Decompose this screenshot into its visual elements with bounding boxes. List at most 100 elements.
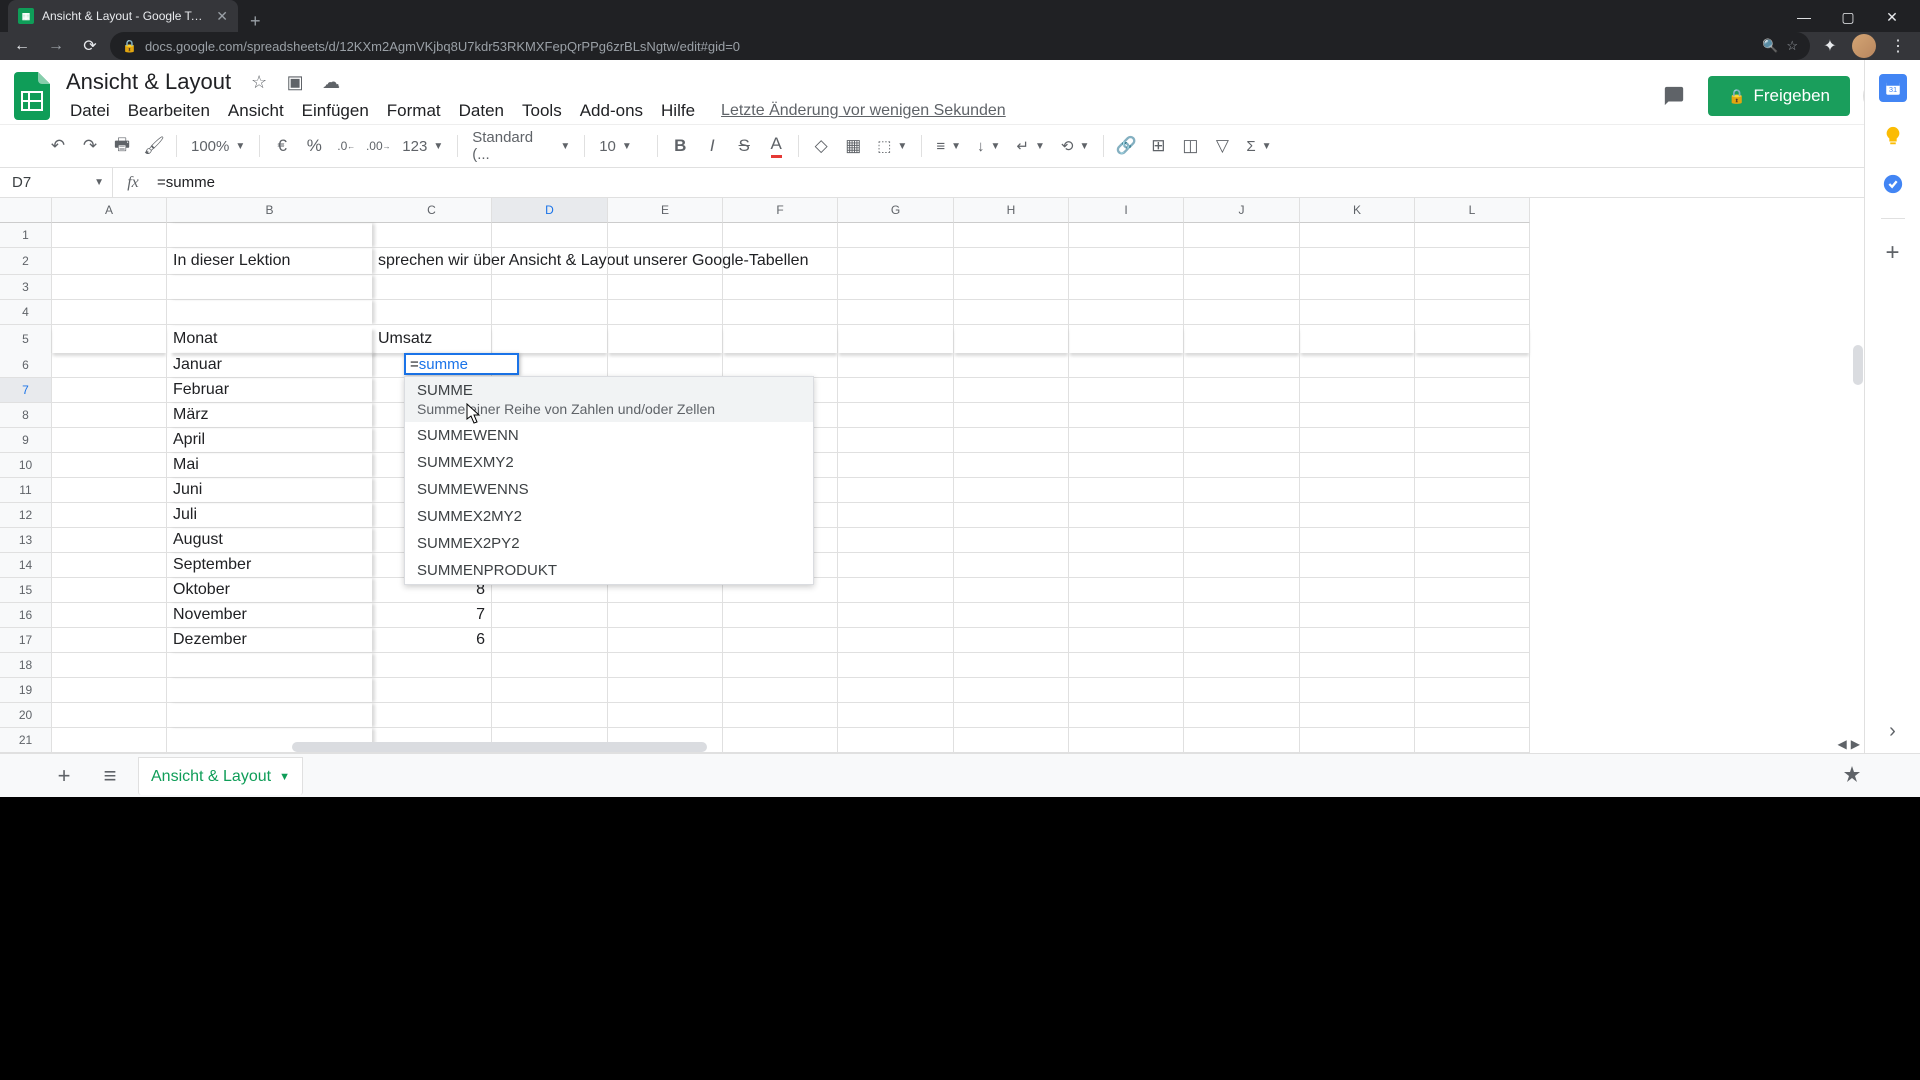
active-cell-editor[interactable]: =summe [404, 353, 519, 375]
cell[interactable] [372, 300, 492, 325]
forward-button[interactable]: → [42, 32, 70, 60]
suggestion-item[interactable]: SUMMEWENN [405, 422, 813, 449]
cell[interactable]: Februar [167, 378, 372, 403]
cell[interactable] [1415, 703, 1530, 728]
browser-tab[interactable]: ▦ Ansicht & Layout - Google Tabe ✕ [8, 0, 238, 32]
cell[interactable] [1415, 553, 1530, 578]
cell[interactable] [723, 300, 838, 325]
cell[interactable]: Dezember [167, 628, 372, 653]
cell[interactable] [954, 653, 1069, 678]
suggestion-item[interactable]: SUMME Summe einer Reihe von Zahlen und/o… [405, 377, 813, 422]
menu-format[interactable]: Format [379, 97, 449, 125]
sheet-tab-menu-icon[interactable]: ▼ [279, 771, 290, 783]
column-header[interactable]: C [372, 198, 492, 223]
cell[interactable] [167, 653, 372, 678]
cell[interactable] [838, 578, 954, 603]
share-button[interactable]: 🔒 Freigeben [1708, 76, 1850, 116]
fill-color-button[interactable]: ◇ [807, 132, 835, 160]
row-header[interactable]: 16 [0, 603, 52, 628]
cell[interactable] [723, 628, 838, 653]
cell[interactable] [954, 528, 1069, 553]
tab-close-icon[interactable]: ✕ [216, 8, 228, 25]
merge-cells-button[interactable]: ⬚▼ [871, 137, 913, 155]
cell[interactable] [723, 275, 838, 300]
cell[interactable] [608, 248, 723, 275]
cell[interactable] [52, 528, 167, 553]
window-minimize-button[interactable]: — [1784, 2, 1824, 32]
row-header[interactable]: 2 [0, 248, 52, 275]
cell[interactable] [52, 653, 167, 678]
column-header[interactable]: A [52, 198, 167, 223]
cell[interactable] [1184, 703, 1300, 728]
menu-hilfe[interactable]: Hilfe [653, 97, 703, 125]
row-header[interactable]: 4 [0, 300, 52, 325]
cell[interactable] [608, 628, 723, 653]
select-all-corner[interactable] [0, 198, 52, 223]
cell[interactable] [372, 653, 492, 678]
cell[interactable] [954, 325, 1069, 353]
insert-chart-button[interactable]: ◫ [1176, 132, 1204, 160]
window-maximize-button[interactable]: ▢ [1828, 2, 1868, 32]
cell[interactable] [608, 300, 723, 325]
column-header[interactable]: B [167, 198, 372, 223]
cell[interactable] [52, 275, 167, 300]
text-color-button[interactable]: A [762, 132, 790, 160]
menu-bearbeiten[interactable]: Bearbeiten [120, 97, 218, 125]
cell[interactable] [1184, 653, 1300, 678]
cell[interactable] [1415, 300, 1530, 325]
suggestion-item[interactable]: SUMMEX2MY2 [405, 503, 813, 530]
cell[interactable] [1069, 248, 1184, 275]
cell[interactable] [838, 628, 954, 653]
cell[interactable] [492, 703, 608, 728]
cell[interactable] [954, 503, 1069, 528]
cell[interactable] [1069, 403, 1184, 428]
menu-tools[interactable]: Tools [514, 97, 570, 125]
cell[interactable]: Mai [167, 453, 372, 478]
horizontal-align-button[interactable]: ≡▼ [930, 138, 967, 155]
cell[interactable]: 7 [372, 603, 492, 628]
cell[interactable] [167, 275, 372, 300]
cell[interactable] [608, 678, 723, 703]
row-header[interactable]: 9 [0, 428, 52, 453]
all-sheets-button[interactable]: ≡ [92, 758, 128, 794]
cell[interactable] [1415, 528, 1530, 553]
row-header[interactable]: 15 [0, 578, 52, 603]
cell[interactable] [1415, 248, 1530, 275]
cell[interactable] [492, 653, 608, 678]
cell[interactable]: August [167, 528, 372, 553]
filter-button[interactable]: ▽ [1208, 132, 1236, 160]
cell[interactable] [372, 703, 492, 728]
cell[interactable] [492, 603, 608, 628]
cell[interactable] [838, 378, 954, 403]
sheets-logo[interactable] [12, 72, 52, 120]
number-format-select[interactable]: 123▼ [396, 138, 449, 155]
row-header[interactable]: 6 [0, 353, 52, 378]
borders-button[interactable]: ▦ [839, 132, 867, 160]
cell[interactable] [492, 628, 608, 653]
menu-datei[interactable]: Datei [62, 97, 118, 125]
cell[interactable] [1184, 478, 1300, 503]
scroll-left-button[interactable]: ◀ [1838, 737, 1847, 751]
vertical-scrollbar[interactable] [1852, 223, 1864, 741]
cell[interactable] [167, 223, 372, 248]
cell[interactable] [838, 223, 954, 248]
row-header[interactable]: 12 [0, 503, 52, 528]
spreadsheet-grid[interactable]: ABCDEFGHIJKL12In dieser Lektionsprechen … [0, 198, 1920, 753]
cell[interactable] [1415, 628, 1530, 653]
cloud-status-icon[interactable]: ☁ [317, 72, 345, 93]
currency-button[interactable]: € [268, 132, 296, 160]
cell[interactable] [723, 603, 838, 628]
column-header[interactable]: H [954, 198, 1069, 223]
cell[interactable] [838, 325, 954, 353]
cell[interactable] [723, 353, 838, 378]
cell[interactable] [838, 248, 954, 275]
cell[interactable] [1184, 325, 1300, 353]
bold-button[interactable]: B [666, 132, 694, 160]
row-header[interactable]: 14 [0, 553, 52, 578]
cell[interactable] [723, 703, 838, 728]
cell[interactable] [1069, 353, 1184, 378]
cell[interactable] [1415, 275, 1530, 300]
suggestion-item[interactable]: SUMMENPRODUKT [405, 557, 813, 584]
functions-button[interactable]: Σ▼ [1240, 138, 1277, 155]
cell[interactable] [1300, 223, 1415, 248]
